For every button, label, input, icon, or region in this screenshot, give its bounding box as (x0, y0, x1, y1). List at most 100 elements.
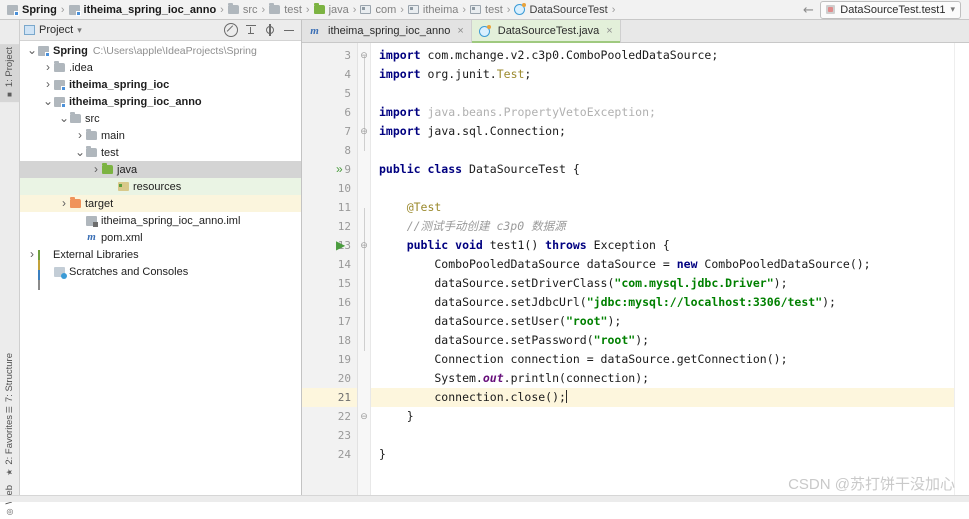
code-token: Connection connection = dataSource.getCo… (379, 352, 788, 366)
breadcrumb-item-itheima[interactable]: itheima (405, 1, 461, 19)
breadcrumb-item-label: DataSourceTest (529, 3, 608, 16)
code-token: "root" (565, 314, 608, 328)
breadcrumb-separator-icon: › (305, 3, 310, 16)
tree-node--idea[interactable]: › .idea (20, 59, 301, 76)
status-bar (0, 495, 969, 502)
source-folder-icon (313, 3, 325, 14)
editor-tab-bar: m itheima_spring_ioc_anno × DataSourceTest.… (302, 20, 969, 43)
minimize-icon[interactable] (283, 24, 295, 36)
editor-tab-datasourcetest-java[interactable]: DataSourceTest.java × (471, 20, 621, 43)
module-icon (54, 79, 66, 91)
back-arrow-icon[interactable]: ↖ (799, 0, 818, 19)
line-number: 7 (344, 125, 351, 138)
source-folder-icon (102, 163, 113, 174)
tree-node-java[interactable]: › java (20, 161, 301, 178)
folder-icon (86, 129, 97, 140)
chevron-down-icon[interactable]: ▾ (77, 25, 82, 36)
editor-gutter[interactable]: 3 4 5 6 7 8 9 10 11 12 13 14 15 16 17 18 19 20 21 22 23 24» ▶ (302, 43, 358, 502)
run-method-icon[interactable]: ▶ (336, 236, 345, 255)
editor-tab-itheima-spring-ioc-anno[interactable]: m itheima_spring_ioc_anno × (302, 20, 472, 42)
chevron-right-icon[interactable]: › (26, 246, 38, 263)
project-tool-window: Project ▾ ⌄ Spring C:\Users\apple\IdeaProj… (20, 20, 302, 502)
chevron-right-icon[interactable]: › (90, 161, 102, 178)
tree-node-main[interactable]: › main (20, 127, 301, 144)
close-icon[interactable]: × (606, 25, 612, 37)
run-configuration-selector[interactable]: DataSourceTest.test1 ▾ (820, 0, 961, 19)
star-icon: ★ (5, 467, 14, 477)
code-folding-strip[interactable]: ⊖ ⊖ ⊖ ⊖ (358, 43, 371, 502)
breadcrumb-item-itheima-spring-ioc-anno[interactable]: itheima_spring_ioc_anno (66, 1, 220, 19)
tree-node-itheima-spring-ioc[interactable]: › itheima_spring_ioc (20, 76, 301, 93)
fold-toggle-icon[interactable]: ⊖ (359, 236, 369, 255)
run-class-icon[interactable]: » (336, 160, 343, 179)
tree-node-spring[interactable]: ⌄ Spring C:\Users\apple\IdeaProjects\Sprin… (20, 42, 301, 59)
tool-window-strip: ■1: Project☰7: Structure★2: Favorites◎We… (0, 20, 20, 516)
package-icon (360, 5, 372, 14)
breadcrumb-item-spring[interactable]: Spring (4, 1, 60, 19)
project-icon (24, 25, 35, 35)
project-panel-title-group[interactable]: Project ▾ (24, 24, 82, 36)
code-line: import java.beans.PropertyVetoException; (379, 103, 954, 122)
tool-window-tab-7-structure[interactable]: ☰ 7: Structure (0, 350, 19, 417)
breadcrumb-item-label: java (328, 3, 349, 16)
code-line: dataSource.setPassword("root"); (379, 331, 954, 350)
fold-guide-line (363, 208, 365, 351)
chevron-down-icon[interactable]: ▾ (950, 4, 955, 15)
tree-node-scratches-and-consoles[interactable]: Scratches and Consoles (20, 263, 301, 280)
tree-node-resources[interactable]: resources (20, 178, 301, 195)
code-token: ); (607, 314, 622, 328)
breadcrumb-item-test[interactable]: test (266, 1, 305, 19)
tree-node-test[interactable]: ⌄ test (20, 144, 301, 161)
close-icon[interactable]: × (457, 25, 463, 37)
tool-window-tab-1-project[interactable]: ■ 1: Project (0, 44, 19, 103)
code-line: public void test1() throws Exception { (379, 236, 954, 255)
chevron-right-icon[interactable]: › (74, 127, 86, 144)
breadcrumb-item-com[interactable]: com (357, 1, 399, 19)
code-line: ComboPooledDataSource dataSource = new C… (379, 255, 954, 274)
breadcrumb-item-datasourcetest[interactable]: DataSourceTest (511, 1, 610, 19)
fold-toggle-icon[interactable]: ⊖ (359, 46, 369, 65)
code-token: import (379, 124, 428, 138)
scroll-from-source-icon[interactable] (245, 24, 257, 36)
tree-node-target[interactable]: › target (20, 195, 301, 212)
editor-scrollbar[interactable] (954, 43, 969, 502)
tool-window-tab-2-favorites[interactable]: ★ 2: Favorites (0, 412, 19, 480)
module-icon (38, 45, 50, 57)
chevron-down-icon[interactable]: ⌄ (26, 44, 38, 56)
fold-toggle-icon[interactable]: ⊖ (359, 122, 369, 141)
code-token: ComboPooledDataSource(); (704, 257, 871, 271)
tree-node-itheima-spring-ioc-anno-iml[interactable]: itheima_spring_ioc_anno.iml (20, 212, 301, 229)
chevron-down-icon[interactable]: ⌄ (74, 146, 86, 158)
code-editor[interactable]: import com.mchange.v2.c3p0.ComboPooledDa… (371, 43, 954, 502)
chevron-down-icon[interactable]: ⌄ (42, 95, 54, 107)
code-line: } (379, 445, 954, 464)
breadcrumb-separator-icon: › (220, 3, 224, 16)
code-line: //测试手动创建 c3p0 数据源 (379, 217, 954, 236)
chevron-right-icon[interactable]: › (58, 195, 70, 212)
tool-window-tab-label: 7: Structure (4, 353, 15, 403)
code-token: dataSource.setUser( (379, 314, 566, 328)
code-token: import (379, 67, 428, 81)
tree-node-pom-xml[interactable]: m pom.xml (20, 229, 301, 246)
chevron-right-icon[interactable]: › (42, 59, 54, 76)
tree-node-itheima-spring-ioc-anno[interactable]: ⌄ itheima_spring_ioc_anno (20, 93, 301, 110)
gear-icon[interactable] (264, 24, 276, 36)
tree-node-label: java (117, 163, 138, 176)
tree-node-src[interactable]: ⌄ src (20, 110, 301, 127)
chevron-down-icon[interactable]: ⌄ (58, 112, 70, 124)
breadcrumb-item-test[interactable]: test (467, 1, 506, 19)
collapse-all-icon[interactable] (224, 23, 238, 37)
tree-node-external-libraries[interactable]: › External Libraries (20, 246, 301, 290)
breadcrumb-item-label: test (284, 3, 302, 16)
breadcrumb-item-src[interactable]: src (225, 1, 261, 19)
breadcrumb-item-java[interactable]: java (311, 1, 352, 19)
code-token: import (379, 105, 428, 119)
code-line: @Test (379, 198, 954, 217)
module-icon (7, 4, 19, 16)
line-number: 15 (337, 277, 351, 290)
code-token: connection.close(); (379, 390, 566, 404)
fold-toggle-icon[interactable]: ⊖ (359, 407, 369, 426)
breadcrumb-item-label: com (375, 3, 397, 16)
tree-node-label: itheima_spring_ioc_anno (69, 95, 202, 108)
chevron-right-icon[interactable]: › (42, 76, 54, 93)
